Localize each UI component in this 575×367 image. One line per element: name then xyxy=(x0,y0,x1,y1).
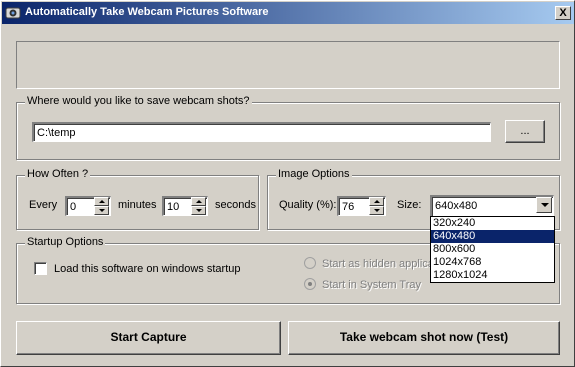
quality-spinner[interactable] xyxy=(369,197,384,215)
arrow-up-icon xyxy=(374,200,380,203)
main-window: Automatically Take Webcam Pictures Softw… xyxy=(0,0,575,367)
quality-down-button[interactable] xyxy=(369,206,384,215)
save-location-group-label: Where would you like to save webcam shot… xyxy=(25,95,252,107)
chevron-down-icon xyxy=(541,203,549,207)
webcam-app-icon xyxy=(5,7,21,19)
minutes-up-button[interactable] xyxy=(94,197,109,206)
window-title: Automatically Take Webcam Pictures Softw… xyxy=(25,6,269,18)
size-select-value: 640x480 xyxy=(435,200,478,212)
size-dropdown-button[interactable] xyxy=(536,197,552,213)
minutes-label: minutes xyxy=(118,199,157,211)
title-bar[interactable]: Automatically Take Webcam Pictures Softw… xyxy=(2,2,574,24)
seconds-spinner[interactable] xyxy=(191,197,206,215)
load-on-startup-label[interactable]: Load this software on windows startup xyxy=(54,263,241,275)
status-panel xyxy=(16,41,560,89)
seconds-up-button[interactable] xyxy=(191,197,206,206)
start-hidden-label[interactable]: Start as hidden applica xyxy=(322,258,430,270)
size-option[interactable]: 1280x1024 xyxy=(431,269,554,282)
quality-up-button[interactable] xyxy=(369,197,384,206)
size-dropdown-list[interactable]: 320x240 640x480 800x600 1024x768 1280x1024 xyxy=(430,216,555,283)
start-in-tray-radio[interactable] xyxy=(304,278,316,290)
arrow-up-icon xyxy=(99,200,105,203)
arrow-down-icon xyxy=(374,209,380,212)
seconds-down-button[interactable] xyxy=(191,206,206,215)
arrow-down-icon xyxy=(99,209,105,212)
size-label: Size: xyxy=(397,199,422,211)
save-path-input[interactable]: C:\temp xyxy=(32,122,491,142)
start-capture-button[interactable]: Start Capture xyxy=(16,321,281,355)
seconds-label: seconds xyxy=(215,199,256,211)
image-options-group-label: Image Options xyxy=(276,168,352,180)
browse-button[interactable]: ... xyxy=(505,120,545,143)
arrow-down-icon xyxy=(196,209,202,212)
start-in-tray-label[interactable]: Start in System Tray xyxy=(322,279,421,291)
every-label: Every xyxy=(29,199,58,211)
take-test-shot-button[interactable]: Take webcam shot now (Test) xyxy=(288,321,560,355)
minutes-down-button[interactable] xyxy=(94,206,109,215)
arrow-up-icon xyxy=(196,200,202,203)
size-option[interactable]: 640x480 xyxy=(431,230,554,243)
radio-selected-dot xyxy=(308,282,312,286)
size-option[interactable]: 320x240 xyxy=(431,217,554,230)
size-option[interactable]: 1024x768 xyxy=(431,256,554,269)
close-button[interactable]: X xyxy=(555,6,571,20)
minutes-spinner[interactable] xyxy=(94,197,109,215)
quality-label: Quality (%): xyxy=(279,199,337,211)
start-hidden-radio[interactable] xyxy=(304,257,316,269)
startup-options-group-label: Startup Options xyxy=(25,236,106,248)
how-often-group-label: How Often ? xyxy=(25,168,91,180)
size-option[interactable]: 800x600 xyxy=(431,243,554,256)
load-on-startup-checkbox[interactable] xyxy=(34,262,47,275)
